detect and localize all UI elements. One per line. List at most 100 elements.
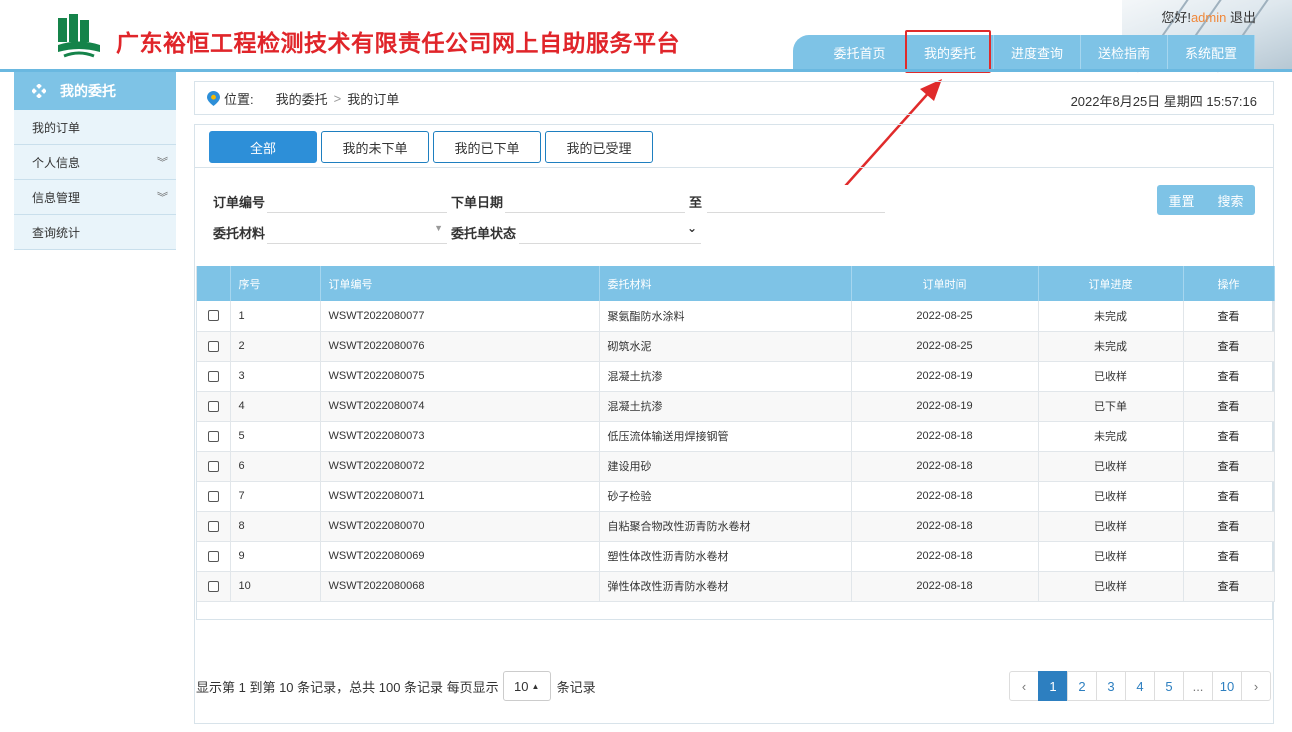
- row-checkbox[interactable]: [207, 550, 219, 562]
- sidebar-item-my-orders[interactable]: 我的订单: [14, 110, 176, 145]
- row-order-no: WSWT2022080076: [320, 331, 600, 362]
- sidebar-item-label: 查询统计: [32, 225, 81, 240]
- row-progress: 已收样: [1038, 571, 1184, 602]
- logout-link[interactable]: 退出: [1230, 10, 1256, 25]
- row-checkbox-cell: [197, 301, 231, 332]
- row-checkbox-cell: [197, 511, 231, 542]
- row-order-no: WSWT2022080077: [320, 301, 600, 332]
- row-order-time: 2022-08-25: [851, 301, 1039, 332]
- row-view-link[interactable]: 查看: [1183, 421, 1275, 452]
- row-progress: 已收样: [1038, 361, 1184, 392]
- row-checkbox-cell: [197, 391, 231, 422]
- row-checkbox[interactable]: [207, 400, 219, 412]
- pagination-prev-button[interactable]: ‹: [1009, 671, 1039, 701]
- reset-button[interactable]: 重置: [1157, 185, 1206, 215]
- row-order-no: WSWT2022080074: [320, 391, 600, 422]
- order-date-start-input[interactable]: [505, 185, 685, 213]
- row-checkbox[interactable]: [207, 520, 219, 532]
- tab-all[interactable]: 全部: [209, 131, 317, 163]
- row-checkbox[interactable]: [207, 490, 219, 502]
- row-checkbox-cell: [197, 331, 231, 362]
- row-view-link[interactable]: 查看: [1183, 511, 1275, 542]
- pagination-page-5[interactable]: 5: [1154, 671, 1184, 701]
- row-material: 聚氨酯防水涂料: [599, 301, 852, 332]
- username-link[interactable]: admin: [1191, 10, 1226, 25]
- page-size-select[interactable]: 10 ▲: [502, 671, 551, 701]
- row-checkbox-cell: [197, 541, 231, 572]
- order-no-input[interactable]: [267, 185, 447, 213]
- pagination-page-3[interactable]: 3: [1096, 671, 1126, 701]
- pagination-page-10[interactable]: 10: [1212, 671, 1242, 701]
- table-row: 5 WSWT2022080073 低压流体输送用焊接钢管 2022-08-18 未完成查…: [197, 421, 1275, 452]
- row-order-no: WSWT2022080072: [320, 451, 600, 482]
- row-order-no: WSWT2022080068: [320, 571, 600, 602]
- row-progress: 已下单: [1038, 391, 1184, 422]
- row-checkbox[interactable]: [207, 310, 219, 322]
- nav-item-home[interactable]: 委托首页: [793, 35, 907, 70]
- order-tabs: 全部 我的未下单 我的已下单 我的已受理: [209, 131, 653, 163]
- search-button[interactable]: 搜索: [1206, 185, 1255, 215]
- sidebar-item-query-stats[interactable]: 查询统计: [14, 215, 176, 250]
- row-no: 7: [230, 481, 321, 512]
- sidebar-item-info-management[interactable]: 信息管理 ︾: [14, 180, 176, 215]
- date-range-to-label: 至: [689, 195, 703, 210]
- row-progress: 已收样: [1038, 451, 1184, 482]
- tab-not-ordered[interactable]: 我的未下单: [321, 131, 429, 163]
- pagination-page-1[interactable]: 1: [1038, 671, 1068, 701]
- material-select[interactable]: ▼: [267, 216, 447, 244]
- row-material: 建设用砂: [599, 451, 852, 482]
- nav-item-submission-guide[interactable]: 送检指南: [1081, 35, 1168, 70]
- row-view-link[interactable]: 查看: [1183, 361, 1275, 392]
- tab-accepted[interactable]: 我的已受理: [545, 131, 653, 163]
- row-checkbox[interactable]: [207, 370, 219, 382]
- greeting-text: 您好!: [1161, 10, 1191, 25]
- sidebar-item-personal-info[interactable]: 个人信息 ︾: [14, 145, 176, 180]
- row-order-time: 2022-08-18: [851, 571, 1039, 602]
- row-view-link[interactable]: 查看: [1183, 331, 1275, 362]
- header: 广东裕恒工程检测技术有限责任公司网上自助服务平台 您好!admin 退出 委托首…: [0, 0, 1292, 73]
- breadcrumb-item-my-commission[interactable]: 我的委托: [276, 89, 328, 108]
- row-view-link[interactable]: 查看: [1183, 391, 1275, 422]
- tab-ordered[interactable]: 我的已下单: [433, 131, 541, 163]
- pagination-page-ellipsis[interactable]: ...: [1183, 671, 1213, 701]
- breadcrumb-label: 位置:: [224, 91, 254, 107]
- row-view-link[interactable]: 查看: [1183, 541, 1275, 572]
- row-checkbox[interactable]: [207, 340, 219, 352]
- pagination-page-2[interactable]: 2: [1067, 671, 1097, 701]
- row-order-time: 2022-08-19: [851, 391, 1039, 422]
- row-order-time: 2022-08-18: [851, 541, 1039, 572]
- table-row: 9 WSWT2022080069 塑性体改性沥青防水卷材 2022-08-18 已收样查…: [197, 541, 1275, 572]
- company-logo-icon: [58, 14, 100, 58]
- row-material: 混凝土抗渗: [599, 361, 852, 392]
- table-row: 3 WSWT2022080075 混凝土抗渗 2022-08-19 已收样 查看: [197, 361, 1275, 392]
- nav-item-progress-query[interactable]: 进度查询: [994, 35, 1081, 70]
- row-checkbox[interactable]: [207, 460, 219, 472]
- row-checkbox[interactable]: [207, 580, 219, 592]
- order-date-end-input[interactable]: [707, 185, 885, 213]
- row-material: 砂子检验: [599, 481, 852, 512]
- double-chevron-down-icon: ︾: [157, 192, 168, 204]
- order-status-select[interactable]: ⌄: [519, 216, 701, 244]
- nav-item-system-config[interactable]: 系统配置: [1168, 35, 1255, 70]
- row-checkbox[interactable]: [207, 430, 219, 442]
- row-order-time: 2022-08-19: [851, 361, 1039, 392]
- user-area: 您好!admin 退出: [1161, 7, 1256, 26]
- row-view-link[interactable]: 查看: [1183, 451, 1275, 482]
- row-order-time: 2022-08-18: [851, 481, 1039, 512]
- row-checkbox-cell: [197, 571, 231, 602]
- annotation-highlight-box: [905, 30, 991, 73]
- row-view-link[interactable]: 查看: [1183, 481, 1275, 512]
- top-nav: 委托首页 我的委托 进度查询 送检指南 系统配置: [793, 35, 1255, 70]
- row-checkbox-cell: [197, 361, 231, 392]
- row-view-link[interactable]: 查看: [1183, 301, 1275, 332]
- table-row: 2 WSWT2022080076 砌筑水泥 2022-08-25 未完成 查看: [197, 331, 1275, 362]
- site-title: 广东裕恒工程检测技术有限责任公司网上自助服务平台: [116, 30, 680, 57]
- header-no: 序号: [230, 266, 321, 301]
- pagination-next-button[interactable]: ›: [1241, 671, 1271, 701]
- pagination-page-4[interactable]: 4: [1125, 671, 1155, 701]
- orders-table-container: 序号 订单编号 委托材料 订单时间 订单进度 操作 1 WSWT202208007…: [196, 266, 1275, 620]
- row-view-link[interactable]: 查看: [1183, 571, 1275, 602]
- row-no: 2: [230, 331, 321, 362]
- row-order-no: WSWT2022080069: [320, 541, 600, 572]
- sidebar-header: 我的委托: [14, 72, 176, 110]
